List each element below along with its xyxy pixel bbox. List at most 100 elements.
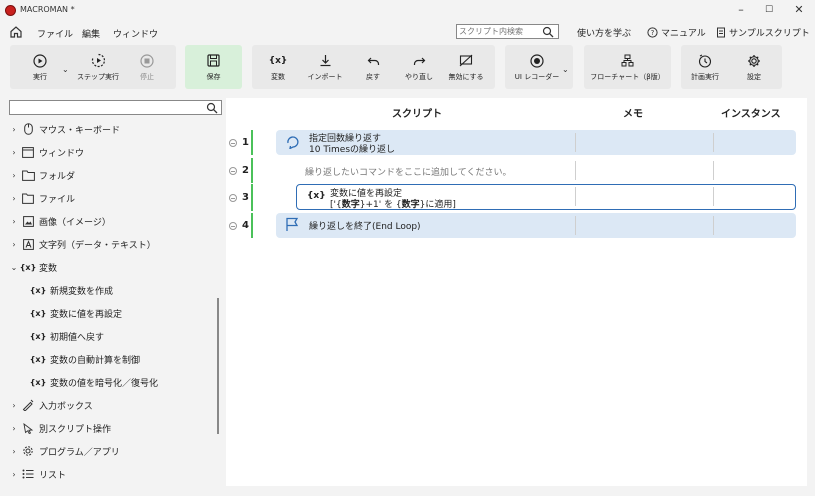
recorder-chevron-down-icon[interactable]: ⌄ bbox=[562, 65, 569, 74]
tree-item-label: リスト bbox=[39, 470, 67, 481]
tree-item-program[interactable]: › プログラム／アプリ bbox=[8, 441, 213, 461]
chevron-right-icon[interactable]: › bbox=[8, 447, 20, 456]
step-run-icon bbox=[91, 53, 105, 68]
file-icon bbox=[20, 191, 36, 205]
tree-item-file[interactable]: › ファイル bbox=[8, 188, 213, 208]
ui-recorder-button[interactable]: UI レコーダー bbox=[511, 45, 563, 89]
variable-icon: {x} bbox=[307, 191, 326, 201]
undo-button[interactable]: 戻す bbox=[356, 45, 390, 89]
record-icon bbox=[530, 53, 544, 68]
tree-item-mouse-keyboard[interactable]: › マウス・キーボード bbox=[8, 119, 213, 139]
chevron-right-icon[interactable]: › bbox=[8, 171, 20, 180]
tree-item-image[interactable]: › 画像（イメージ） bbox=[8, 211, 213, 231]
detail-part: ['{ bbox=[330, 200, 342, 210]
command-set-variable[interactable]: {x} 変数に値を再設定 ['{数字}+1' を {数字}に適用] bbox=[296, 184, 796, 210]
tree-item-window[interactable]: › ウィンドウ bbox=[8, 142, 213, 162]
tree-item-revert-initial[interactable]: {x} 初期値へ戻す bbox=[8, 326, 213, 346]
list-icon bbox=[20, 467, 36, 481]
search-icon[interactable] bbox=[542, 26, 554, 38]
ui-recorder-label: UI レコーダー bbox=[514, 72, 560, 81]
detail-part: }に適用] bbox=[419, 200, 456, 210]
tree-item-label: フォルダ bbox=[39, 171, 76, 182]
flowchart-icon bbox=[621, 54, 634, 67]
chevron-right-icon[interactable]: › bbox=[8, 125, 20, 134]
tree-item-input-box[interactable]: › 入力ボックス bbox=[8, 395, 213, 415]
tree-item-list[interactable]: › リスト bbox=[8, 464, 213, 484]
minimize-button[interactable]: – bbox=[726, 2, 756, 18]
schedule-button[interactable]: 計画実行 bbox=[685, 45, 725, 89]
variable-button[interactable]: {x} 変数 bbox=[260, 45, 296, 89]
save-label: 保存 bbox=[206, 72, 221, 81]
sample-script-link[interactable]: サンプルスクリプト bbox=[716, 26, 810, 39]
tree-item-other-script[interactable]: › 別スクリプト操作 bbox=[8, 418, 213, 438]
tree-item-auto-calc[interactable]: {x} 変数の自動計算を制御 bbox=[8, 349, 213, 369]
save-icon bbox=[207, 54, 220, 67]
sidebar-scrollbar[interactable] bbox=[217, 298, 219, 434]
chevron-right-icon[interactable]: › bbox=[8, 194, 20, 203]
command-detail: ['{数字}+1' を {数字}に適用] bbox=[330, 197, 456, 210]
row-number: 3 bbox=[242, 192, 249, 203]
command-search-box[interactable] bbox=[9, 100, 222, 115]
toolbar-flowchart-group: フローチャート（β版） bbox=[584, 45, 671, 89]
tree-item-label: 変数の自動計算を制御 bbox=[50, 355, 141, 366]
row-collapse-icon[interactable] bbox=[229, 222, 237, 230]
script-search-box[interactable] bbox=[456, 24, 559, 39]
learn-link[interactable]: 使い方を学ぶ bbox=[577, 26, 631, 39]
undo-icon bbox=[367, 57, 379, 65]
tree-item-new-variable[interactable]: {x} 新規変数を作成 bbox=[8, 280, 213, 300]
chevron-right-icon[interactable]: › bbox=[8, 217, 20, 226]
manual-link-label: マニュアル bbox=[661, 29, 706, 39]
tree-item-folder[interactable]: › フォルダ bbox=[8, 165, 213, 185]
search-icon[interactable] bbox=[206, 102, 218, 114]
command-sidebar: › マウス・キーボード › ウィンドウ › フォルダ › ファイル › 画像（イ… bbox=[8, 98, 223, 486]
chevron-right-icon[interactable]: › bbox=[8, 401, 20, 410]
variable-icon: {x} bbox=[29, 285, 47, 295]
run-button[interactable]: 実行 bbox=[22, 45, 58, 89]
script-row[interactable]: 2 繰り返したいコマンドをここに追加してください。 bbox=[226, 158, 807, 183]
chevron-right-icon[interactable]: › bbox=[8, 148, 20, 157]
manual-link[interactable]: ? マニュアル bbox=[647, 26, 706, 39]
repeat-icon bbox=[287, 136, 299, 149]
variable-icon: {x} bbox=[29, 354, 47, 364]
row-collapse-icon[interactable] bbox=[229, 167, 237, 175]
command-repeat[interactable]: 指定回数繰り返す 10 Timesの繰り返し bbox=[276, 130, 796, 155]
maximize-button[interactable]: ☐ bbox=[754, 2, 784, 18]
column-divider bbox=[713, 161, 714, 180]
column-instance: インスタンス bbox=[721, 109, 781, 120]
stop-button[interactable]: 停止 bbox=[130, 45, 164, 89]
row-collapse-icon[interactable] bbox=[229, 139, 237, 147]
settings-button[interactable]: 設定 bbox=[737, 45, 771, 89]
command-search-input[interactable] bbox=[10, 101, 200, 114]
menu-file[interactable]: ファイル bbox=[37, 27, 73, 40]
home-icon[interactable] bbox=[9, 25, 23, 39]
script-search-input[interactable] bbox=[457, 25, 539, 38]
chevron-right-icon[interactable]: › bbox=[8, 470, 20, 479]
schedule-icon bbox=[698, 54, 712, 68]
chevron-right-icon[interactable]: › bbox=[8, 424, 20, 433]
flowchart-button[interactable]: フローチャート（β版） bbox=[584, 45, 671, 89]
column-divider bbox=[575, 161, 576, 180]
import-button[interactable]: インポート bbox=[304, 45, 346, 89]
close-button[interactable]: ✕ bbox=[784, 2, 814, 18]
tree-item-encrypt[interactable]: {x} 変数の値を暗号化／復号化 bbox=[8, 372, 213, 392]
row-collapse-icon[interactable] bbox=[229, 194, 237, 202]
tree-item-reset-variable[interactable]: {x} 変数に値を再設定 bbox=[8, 303, 213, 323]
menu-window[interactable]: ウィンドウ bbox=[113, 27, 158, 40]
tree-item-label: 変数に値を再設定 bbox=[50, 309, 123, 320]
save-button[interactable]: 保存 bbox=[185, 45, 242, 89]
tree-item-variable[interactable]: ⌄ {x} 変数 bbox=[8, 257, 213, 277]
redo-button[interactable]: やり直し bbox=[399, 45, 439, 89]
script-row[interactable]: 4 繰り返しを終了(End Loop) bbox=[226, 213, 807, 238]
script-row-selected[interactable]: 3 {x} 変数に値を再設定 ['{数字}+1' を {数字}に適用] bbox=[226, 184, 807, 211]
script-row[interactable]: 1 指定回数繰り返す 10 Timesの繰り返し bbox=[226, 130, 807, 155]
tree-item-text[interactable]: › 文字列（データ・テキスト） bbox=[8, 234, 213, 254]
command-end-loop[interactable]: 繰り返しを終了(End Loop) bbox=[276, 213, 796, 238]
chevron-right-icon[interactable]: › bbox=[8, 240, 20, 249]
chevron-down-icon[interactable]: ⌄ bbox=[8, 263, 20, 272]
step-run-button[interactable]: ステップ実行 bbox=[75, 45, 121, 89]
run-chevron-down-icon[interactable]: ⌄ bbox=[62, 65, 69, 74]
row-number: 2 bbox=[242, 165, 249, 176]
command-detail: 10 Timesの繰り返し bbox=[309, 145, 396, 155]
disable-button[interactable]: 無効にする bbox=[445, 45, 487, 89]
menu-edit[interactable]: 編集 bbox=[82, 27, 100, 40]
